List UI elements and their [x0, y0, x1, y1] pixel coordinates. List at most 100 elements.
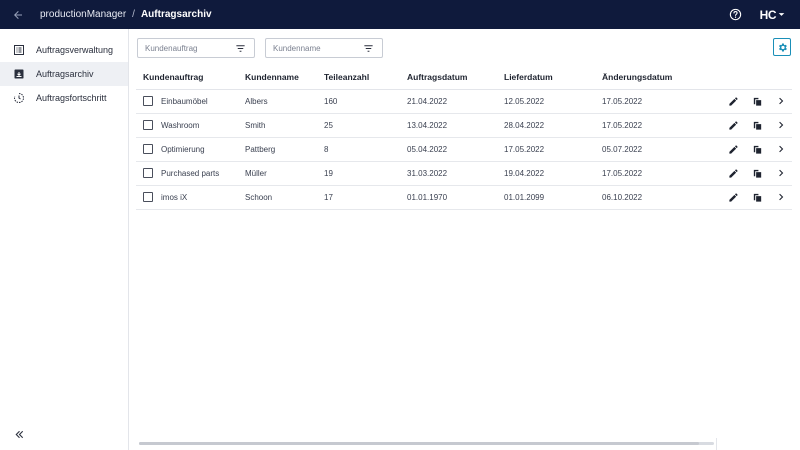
copy-icon	[753, 193, 761, 202]
column-header-auftragsdatum[interactable]: Auftragsdatum	[407, 65, 504, 90]
table-row[interactable]: Washroom Smith 25 13.04.2022 28.04.2022 …	[136, 113, 792, 138]
cell-order-date: 21.04.2022	[407, 89, 504, 114]
edit-button[interactable]	[726, 118, 740, 132]
gear-icon	[778, 43, 787, 51]
sidebar-item-auftragsfortschritt[interactable]: Auftragsfortschritt	[0, 86, 128, 110]
cell-customer: Schoon	[238, 185, 324, 210]
help-button[interactable]	[724, 3, 748, 27]
row-checkbox[interactable]	[143, 96, 153, 106]
open-details-button[interactable]	[774, 190, 788, 204]
open-details-button[interactable]	[774, 166, 788, 180]
cell-customer: Smith	[238, 113, 324, 138]
table-row[interactable]: imos iX Schoon 17 01.01.1970 01.01.2099 …	[136, 185, 792, 210]
progress-icon	[12, 92, 25, 105]
column-header-kundenauftrag[interactable]: Kundenauftrag	[136, 65, 238, 90]
order-list-icon	[12, 44, 25, 57]
cell-order: imos iX	[161, 192, 188, 202]
copy-button[interactable]	[750, 190, 764, 204]
archive-icon	[12, 68, 25, 81]
open-details-button[interactable]	[774, 142, 788, 156]
chevron-right-icon	[779, 169, 784, 177]
customer-name-filter[interactable]	[265, 38, 383, 58]
cell-customer: Müller	[238, 161, 324, 186]
copy-icon	[753, 121, 761, 130]
pencil-icon	[728, 120, 738, 130]
copy-button[interactable]	[750, 118, 764, 132]
cell-delivery-date: 12.05.2022	[504, 89, 602, 114]
sidebar-nav: Auftragsverwaltung Auftragsarchiv Auftra…	[0, 38, 128, 110]
cell-order: Purchased parts	[161, 168, 220, 178]
column-header-aenderungsdatum[interactable]: Änderungsdatum	[602, 65, 714, 90]
cell-parts: 8	[324, 137, 407, 162]
row-checkbox[interactable]	[143, 192, 153, 202]
open-details-button[interactable]	[774, 94, 788, 108]
row-checkbox[interactable]	[143, 168, 153, 178]
cell-order-date: 01.01.1970	[407, 185, 504, 210]
breadcrumb: productionManager / Auftragsarchiv	[40, 9, 212, 20]
back-button[interactable]	[0, 0, 36, 29]
filter-icon[interactable]	[363, 43, 374, 54]
cell-parts: 19	[324, 161, 407, 186]
horizontal-scrollbar[interactable]	[139, 442, 714, 445]
copy-icon	[753, 145, 761, 154]
cell-changed-date: 17.05.2022	[602, 89, 714, 114]
brand-logo: HC	[759, 7, 777, 22]
customer-name-filter-input[interactable]	[273, 43, 358, 53]
column-header-kundenname[interactable]: Kundenname	[238, 65, 324, 90]
cell-order: Einbaumöbel	[161, 96, 208, 106]
table-settings-button[interactable]	[773, 38, 791, 56]
sidebar-item-auftragsarchiv[interactable]: Auftragsarchiv	[0, 62, 128, 86]
table-row[interactable]: Purchased parts Müller 19 31.03.2022 19.…	[136, 161, 792, 186]
sidebar: Auftragsverwaltung Auftragsarchiv Auftra…	[0, 29, 129, 450]
copy-button[interactable]	[750, 94, 764, 108]
chevron-right-icon	[779, 97, 784, 105]
cell-order: Optimierung	[161, 144, 205, 154]
cell-delivery-date: 17.05.2022	[504, 137, 602, 162]
horizontal-scrollbar-thumb[interactable]	[139, 442, 699, 445]
page-title: Auftragsarchiv	[140, 9, 212, 20]
open-details-button[interactable]	[774, 118, 788, 132]
cell-parts: 17	[324, 185, 407, 210]
customer-order-filter[interactable]	[137, 38, 255, 58]
pencil-icon	[728, 192, 738, 202]
help-icon	[729, 8, 742, 21]
table-header-row: Kundenauftrag Kundenname Teileanzahl Auf…	[136, 65, 792, 90]
column-header-lieferdatum[interactable]: Lieferdatum	[504, 65, 602, 90]
breadcrumb-app[interactable]: productionManager	[40, 9, 126, 20]
column-header-teileanzahl[interactable]: Teileanzahl	[324, 65, 407, 90]
brand-menu[interactable]: HC	[760, 8, 785, 22]
double-chevron-left-icon	[15, 430, 23, 438]
edit-button[interactable]	[726, 94, 740, 108]
sidebar-item-label: Auftragsarchiv	[36, 69, 94, 79]
customer-order-filter-input[interactable]	[145, 43, 230, 53]
cell-changed-date: 06.10.2022	[602, 185, 714, 210]
table-row[interactable]: Optimierung Pattberg 8 05.04.2022 17.05.…	[136, 137, 792, 162]
edit-button[interactable]	[726, 166, 740, 180]
edit-button[interactable]	[726, 142, 740, 156]
cell-order-date: 31.03.2022	[407, 161, 504, 186]
caret-down-icon	[778, 13, 785, 16]
pencil-icon	[728, 168, 738, 178]
divider	[716, 438, 717, 450]
row-checkbox[interactable]	[143, 144, 153, 154]
pencil-icon	[728, 96, 738, 106]
pencil-icon	[728, 144, 738, 154]
filter-icon[interactable]	[235, 43, 246, 54]
cell-parts: 25	[324, 113, 407, 138]
cell-order-date: 13.04.2022	[407, 113, 504, 138]
copy-icon	[753, 97, 761, 106]
cell-order-date: 05.04.2022	[407, 137, 504, 162]
edit-button[interactable]	[726, 190, 740, 204]
copy-button[interactable]	[750, 142, 764, 156]
copy-button[interactable]	[750, 166, 764, 180]
row-checkbox[interactable]	[143, 120, 153, 130]
cell-delivery-date: 01.01.2099	[504, 185, 602, 210]
top-right-controls: HC	[724, 0, 800, 29]
table-row[interactable]: Einbaumöbel Albers 160 21.04.2022 12.05.…	[136, 89, 792, 114]
breadcrumb-separator: /	[132, 9, 135, 20]
sidebar-item-auftragsverwaltung[interactable]: Auftragsverwaltung	[0, 38, 128, 62]
cell-delivery-date: 19.04.2022	[504, 161, 602, 186]
column-header-actions	[714, 65, 792, 90]
collapse-sidebar-button[interactable]	[12, 427, 26, 441]
cell-delivery-date: 28.04.2022	[504, 113, 602, 138]
